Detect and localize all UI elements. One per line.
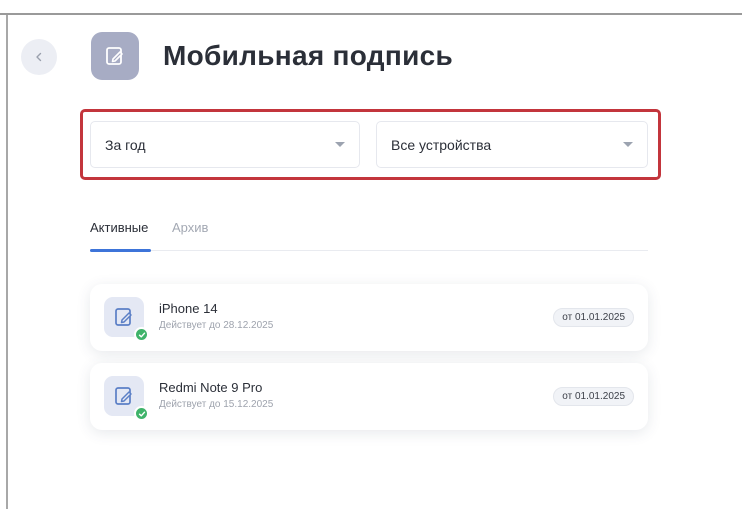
tab-active[interactable]: Активные	[90, 220, 148, 235]
device-card[interactable]: iPhone 14 Действует до 28.12.2025 от 01.…	[90, 284, 648, 351]
window-left-border	[6, 15, 8, 509]
tab-archive[interactable]: Архив	[172, 220, 208, 235]
signature-doc-icon	[91, 32, 139, 80]
date-badge: от 01.01.2025	[553, 308, 634, 327]
window-right-edge	[738, 15, 742, 509]
device-valid-until: Действует до 28.12.2025	[159, 320, 274, 331]
devices-select[interactable]: Все устройства	[376, 121, 648, 168]
caret-down-icon	[335, 142, 345, 147]
date-badge: от 01.01.2025	[553, 387, 634, 406]
active-tab-indicator	[90, 249, 151, 252]
page-title: Мобильная подпись	[163, 40, 453, 71]
device-card[interactable]: Redmi Note 9 Pro Действует до 15.12.2025…	[90, 363, 648, 430]
chevron-left-icon	[36, 52, 42, 62]
back-button[interactable]	[21, 39, 57, 75]
device-valid-until: Действует до 15.12.2025	[159, 399, 274, 410]
tabs-bar: Активные Архив	[90, 218, 648, 252]
caret-down-icon	[623, 142, 633, 147]
check-icon	[134, 327, 149, 342]
period-select[interactable]: За год	[90, 121, 360, 168]
devices-select-value: Все устройства	[391, 136, 492, 153]
device-name: Redmi Note 9 Pro	[159, 380, 263, 395]
period-select-value: За год	[105, 136, 146, 153]
check-icon	[134, 406, 149, 421]
signature-doc-icon	[104, 376, 149, 421]
signature-doc-icon	[104, 297, 149, 342]
window-top-border	[0, 0, 742, 15]
device-name: iPhone 14	[159, 301, 218, 316]
